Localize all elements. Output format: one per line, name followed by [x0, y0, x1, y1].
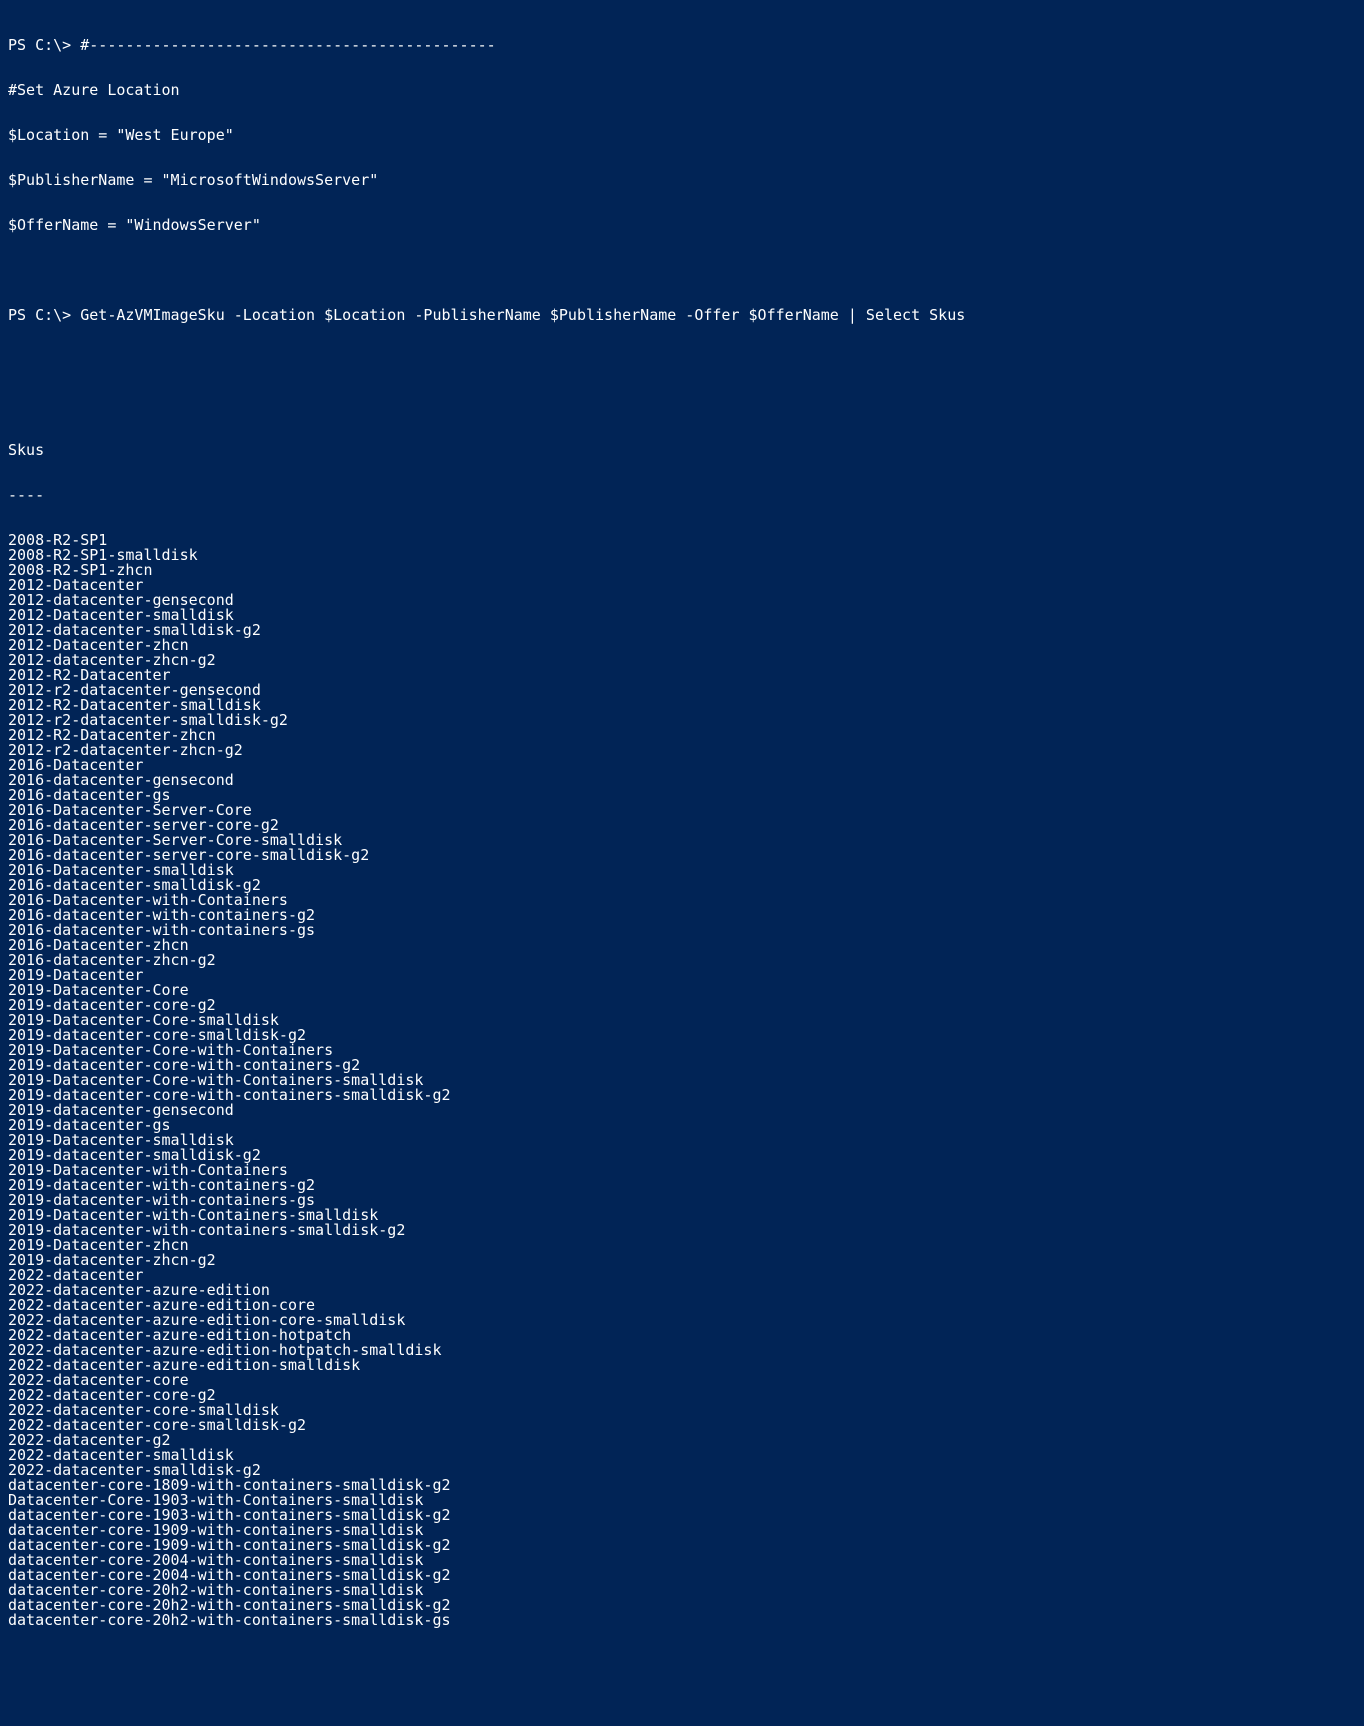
sku-row: 2016-datacenter-zhcn-g2 — [8, 953, 1356, 968]
column-header-skus: Skus — [8, 443, 1356, 458]
sku-row: 2019-datacenter-gensecond — [8, 1103, 1356, 1118]
var-publisher: $PublisherName = "MicrosoftWindowsServer… — [8, 173, 1356, 188]
get-azvmimagesku-command: Get-AzVMImageSku -Location $Location -Pu… — [80, 306, 965, 324]
sku-row: 2012-r2-datacenter-zhcn-g2 — [8, 743, 1356, 758]
sku-row: 2012-datacenter-zhcn-g2 — [8, 653, 1356, 668]
sku-row: 2022-datacenter-azure-edition-smalldisk — [8, 1358, 1356, 1373]
sku-row: 2016-datacenter-with-containers-gs — [8, 923, 1356, 938]
powershell-terminal[interactable]: PS C:\> #-------------------------------… — [0, 0, 1364, 1651]
ps-prompt: PS C:\> — [8, 36, 80, 54]
sku-row: 2008-R2-SP1-zhcn — [8, 563, 1356, 578]
sku-row: 2019-datacenter-with-containers-smalldis… — [8, 1223, 1356, 1238]
blank-line-1 — [8, 263, 1356, 278]
prompt-line-2: PS C:\> Get-AzVMImageSku -Location $Loca… — [8, 308, 1356, 323]
sku-row: 2019-Datacenter — [8, 968, 1356, 983]
sku-row: 2012-datacenter-smalldisk-g2 — [8, 623, 1356, 638]
var-offer: $OfferName = "WindowsServer" — [8, 218, 1356, 233]
sku-row: 2022-datacenter-core-smalldisk-g2 — [8, 1418, 1356, 1433]
sku-row: 2008-R2-SP1-smalldisk — [8, 548, 1356, 563]
sku-row: datacenter-core-20h2-with-containers-sma… — [8, 1613, 1356, 1628]
comment-title: #Set Azure Location — [8, 83, 1356, 98]
column-separator: ---- — [8, 488, 1356, 503]
sku-row: 2008-R2-SP1 — [8, 533, 1356, 548]
ps-prompt-2: PS C:\> — [8, 306, 80, 324]
blank-line-2 — [8, 353, 1356, 368]
prompt-line-1: PS C:\> #-------------------------------… — [8, 38, 1356, 53]
comment-sep: #---------------------------------------… — [80, 36, 495, 54]
blank-line-3 — [8, 398, 1356, 413]
sku-row: 2019-datacenter-zhcn-g2 — [8, 1253, 1356, 1268]
skus-output: 2008-R2-SP12008-R2-SP1-smalldisk2008-R2-… — [8, 533, 1356, 1628]
var-location: $Location = "West Europe" — [8, 128, 1356, 143]
sku-row: 2016-datacenter-gensecond — [8, 773, 1356, 788]
